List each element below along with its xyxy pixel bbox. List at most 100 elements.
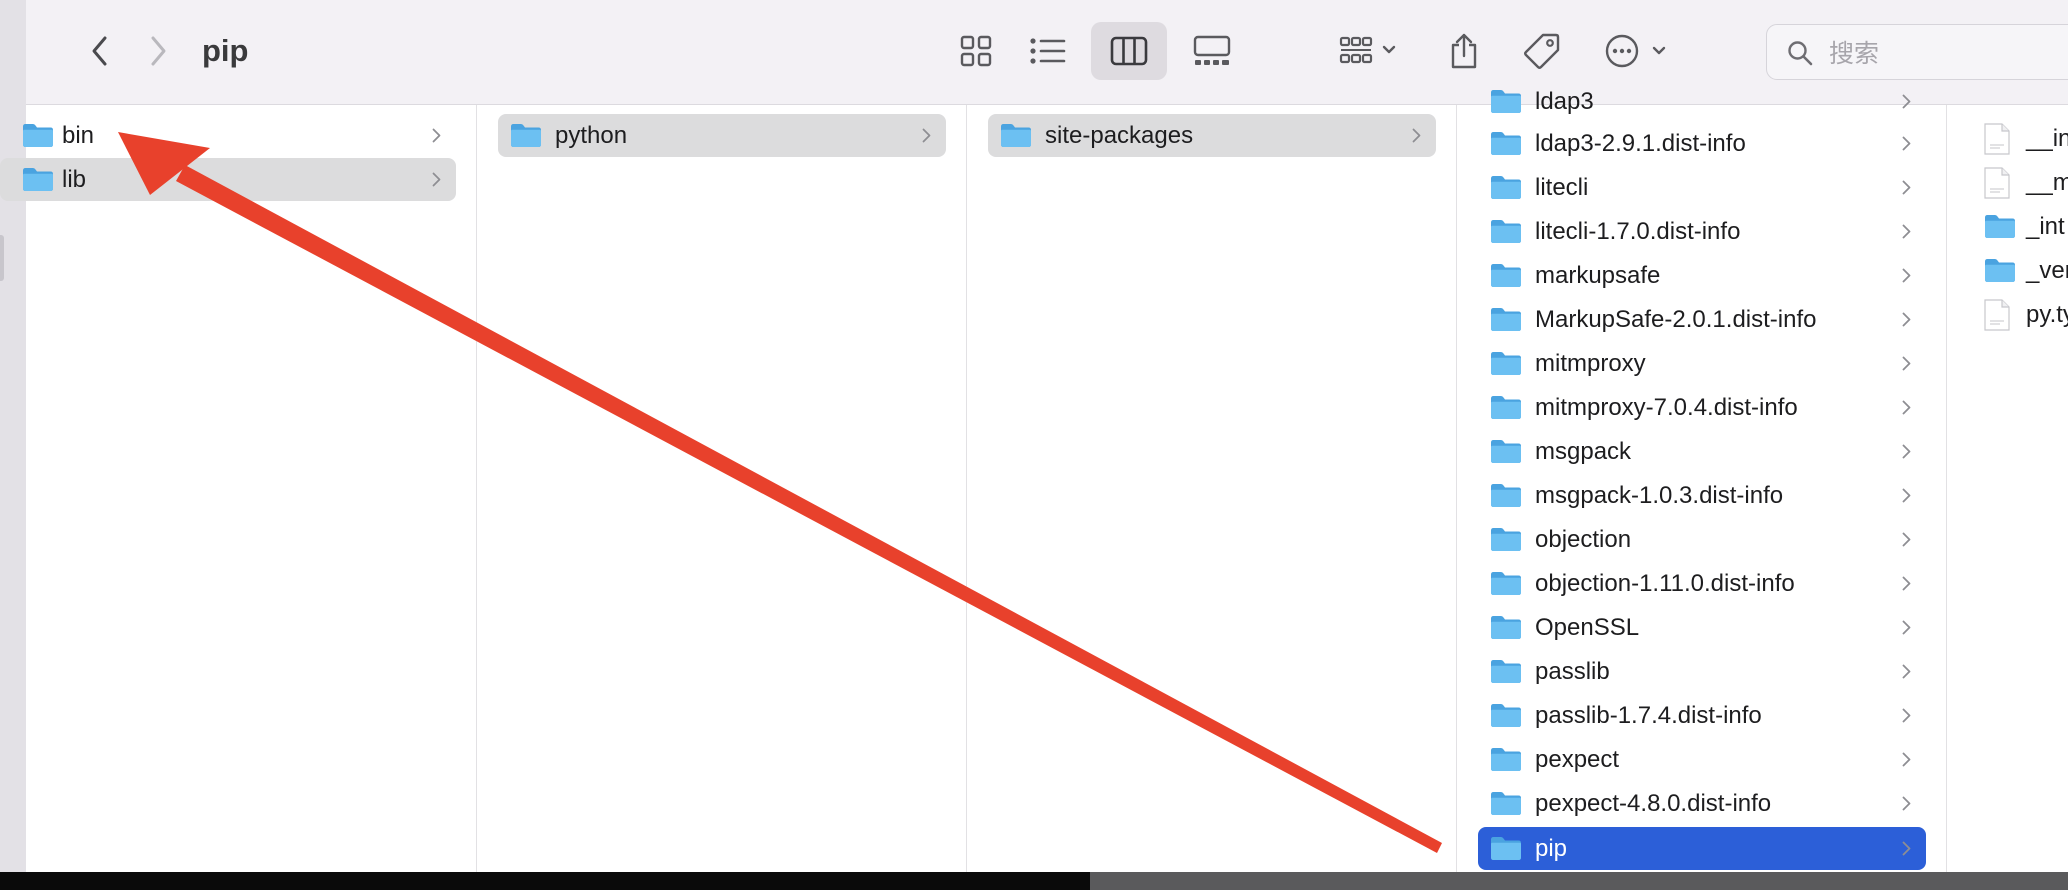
folder-row[interactable]: ldap3-2.9.1.dist-info — [1478, 122, 1926, 165]
chevron-left-icon — [92, 36, 107, 66]
chevron-right-icon — [1902, 180, 1911, 195]
folder-icon — [22, 167, 54, 192]
folder-row[interactable]: pexpect — [1478, 738, 1926, 781]
folder-label: lib — [62, 166, 87, 193]
chevron-right-icon — [1902, 224, 1911, 239]
folder-icon — [1490, 483, 1522, 508]
folder-row-python[interactable]: python — [498, 114, 946, 157]
search-field[interactable] — [1766, 24, 2068, 80]
folder-label: bin — [62, 122, 95, 149]
folder-icon — [1490, 307, 1522, 332]
share-icon — [1451, 33, 1477, 69]
search-input[interactable] — [1829, 33, 2068, 73]
more-actions-button[interactable] — [1594, 22, 1680, 80]
folder-icon — [1490, 659, 1522, 684]
chevron-right-icon — [1902, 400, 1911, 415]
folder-row[interactable]: MarkupSafe-2.0.1.dist-info — [1478, 298, 1926, 341]
folder-row[interactable]: litecli-1.7.0.dist-info — [1478, 210, 1926, 253]
folder-row[interactable]: _ven — [1984, 249, 2068, 292]
folder-label: litecli — [1535, 174, 1589, 201]
folder-icon — [1490, 263, 1522, 288]
folder-row[interactable]: passlib — [1478, 650, 1926, 693]
folder-icon — [22, 123, 54, 148]
share-button[interactable] — [1436, 22, 1492, 80]
chevron-right-icon — [1902, 620, 1911, 635]
folder-row[interactable]: msgpack — [1478, 430, 1926, 473]
folder-row[interactable]: msgpack-1.0.3.dist-info — [1478, 474, 1926, 517]
folder-row[interactable]: markupsafe — [1478, 254, 1926, 297]
folder-icon — [1984, 258, 2016, 283]
folder-icon — [1490, 351, 1522, 376]
folder-icon — [510, 123, 542, 148]
folder-row[interactable]: mitmproxy — [1478, 342, 1926, 385]
icon-view-button[interactable] — [944, 22, 1008, 80]
tag-icon — [1524, 33, 1560, 69]
folder-row-ldap3[interactable]: ldap3 — [1478, 80, 1926, 123]
file-row[interactable]: __m — [1984, 161, 2068, 204]
group-by-button[interactable] — [1326, 22, 1412, 80]
back-button[interactable] — [80, 30, 120, 72]
folder-row-bin[interactable]: bin — [0, 114, 456, 157]
folder-icon — [1490, 747, 1522, 772]
gallery-view-button[interactable] — [1176, 22, 1248, 80]
folder-row[interactable]: pexpect-4.8.0.dist-info — [1478, 782, 1926, 825]
tags-button[interactable] — [1514, 22, 1570, 80]
list-view-button[interactable] — [1016, 22, 1080, 80]
folder-row-lib[interactable]: lib — [0, 158, 456, 201]
folder-icon — [1490, 527, 1522, 552]
folder-row[interactable]: mitmproxy-7.0.4.dist-info — [1478, 386, 1926, 429]
forward-button[interactable] — [138, 30, 178, 72]
folder-icon — [1490, 89, 1522, 114]
folder-icon — [1490, 615, 1522, 640]
folder-row[interactable]: objection-1.11.0.dist-info — [1478, 562, 1926, 605]
chevron-right-icon — [151, 36, 166, 66]
ellipsis-circle-icon — [1605, 34, 1666, 68]
chevron-right-icon — [1902, 312, 1911, 327]
folder-label: _ven — [2026, 257, 2068, 284]
folder-label: markupsafe — [1535, 262, 1661, 289]
chevron-right-icon — [1902, 664, 1911, 679]
file-row[interactable]: py.ty — [1984, 293, 2068, 336]
column-view-button[interactable] — [1091, 22, 1167, 80]
chevron-right-icon — [1902, 796, 1911, 811]
chevron-right-icon — [1902, 444, 1911, 459]
gallery-icon — [1193, 35, 1231, 65]
chevron-right-icon — [1902, 94, 1911, 109]
folder-label: MarkupSafe-2.0.1.dist-info — [1535, 306, 1817, 333]
folder-label: passlib — [1535, 658, 1610, 685]
group-icon — [1339, 36, 1396, 64]
file-label: __in — [2026, 125, 2068, 152]
columns-icon — [1110, 36, 1148, 66]
window-title: pip — [202, 33, 249, 68]
chevron-right-icon — [1412, 128, 1421, 143]
chevron-right-icon — [1902, 752, 1911, 767]
folder-row[interactable]: _int — [1984, 205, 2068, 248]
folder-row[interactable]: objection — [1478, 518, 1926, 561]
desktop-edge — [0, 872, 1090, 890]
folder-icon — [1490, 175, 1522, 200]
folder-icon — [1490, 395, 1522, 420]
edge-notch — [0, 235, 4, 281]
folder-row-site-packages[interactable]: site-packages — [988, 114, 1436, 157]
folder-icon — [1000, 123, 1032, 148]
chevron-right-icon — [1902, 268, 1911, 283]
folder-icon — [1490, 836, 1522, 861]
folder-label: litecli-1.7.0.dist-info — [1535, 218, 1741, 245]
chevron-right-icon — [432, 128, 441, 143]
chevron-right-icon — [1902, 532, 1911, 547]
folder-row-pip-selected[interactable]: pip — [1478, 827, 1926, 870]
column-divider — [1456, 105, 1457, 872]
chevron-right-icon — [1902, 136, 1911, 151]
list-icon — [1030, 38, 1066, 64]
folder-label: python — [555, 122, 628, 149]
folder-row[interactable]: litecli — [1478, 166, 1926, 209]
folder-label: objection-1.11.0.dist-info — [1535, 570, 1795, 597]
folder-row[interactable]: passlib-1.7.4.dist-info — [1478, 694, 1926, 737]
column-browser: bin lib python site-packages ldap3 ldap3… — [0, 88, 2068, 872]
folder-label: msgpack — [1535, 438, 1632, 465]
chevron-right-icon — [432, 172, 441, 187]
folder-row[interactable]: OpenSSL — [1478, 606, 1926, 649]
folder-label: passlib-1.7.4.dist-info — [1535, 702, 1762, 729]
chevron-right-icon — [1902, 488, 1911, 503]
file-row[interactable]: __in — [1984, 117, 2068, 160]
